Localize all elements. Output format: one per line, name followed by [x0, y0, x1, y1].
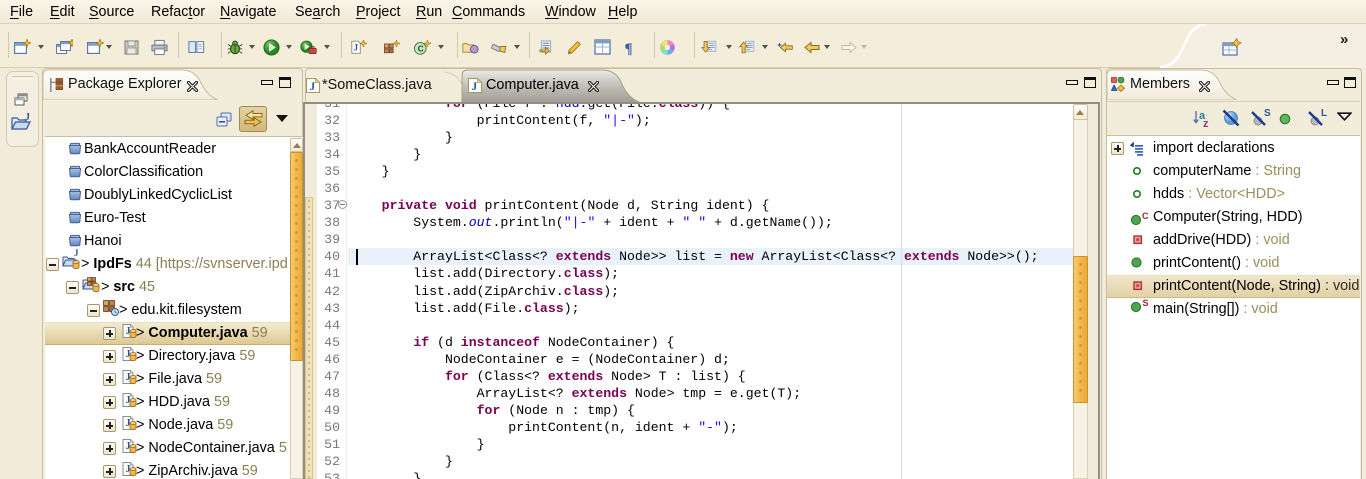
svg-text:S: S: [1264, 108, 1271, 119]
svg-text:J: J: [472, 81, 478, 93]
svg-text:C: C: [418, 44, 424, 54]
svg-text:J: J: [310, 81, 316, 93]
svg-text:C: C: [1142, 211, 1149, 221]
svg-text:S: S: [1143, 298, 1149, 308]
svg-text:z: z: [1203, 118, 1209, 129]
svg-text:L: L: [1321, 108, 1327, 119]
svg-text:J: J: [25, 112, 30, 123]
svg-text:J: J: [74, 248, 79, 257]
svg-text:J: J: [354, 43, 359, 53]
svg-text:¶: ¶: [625, 41, 633, 56]
